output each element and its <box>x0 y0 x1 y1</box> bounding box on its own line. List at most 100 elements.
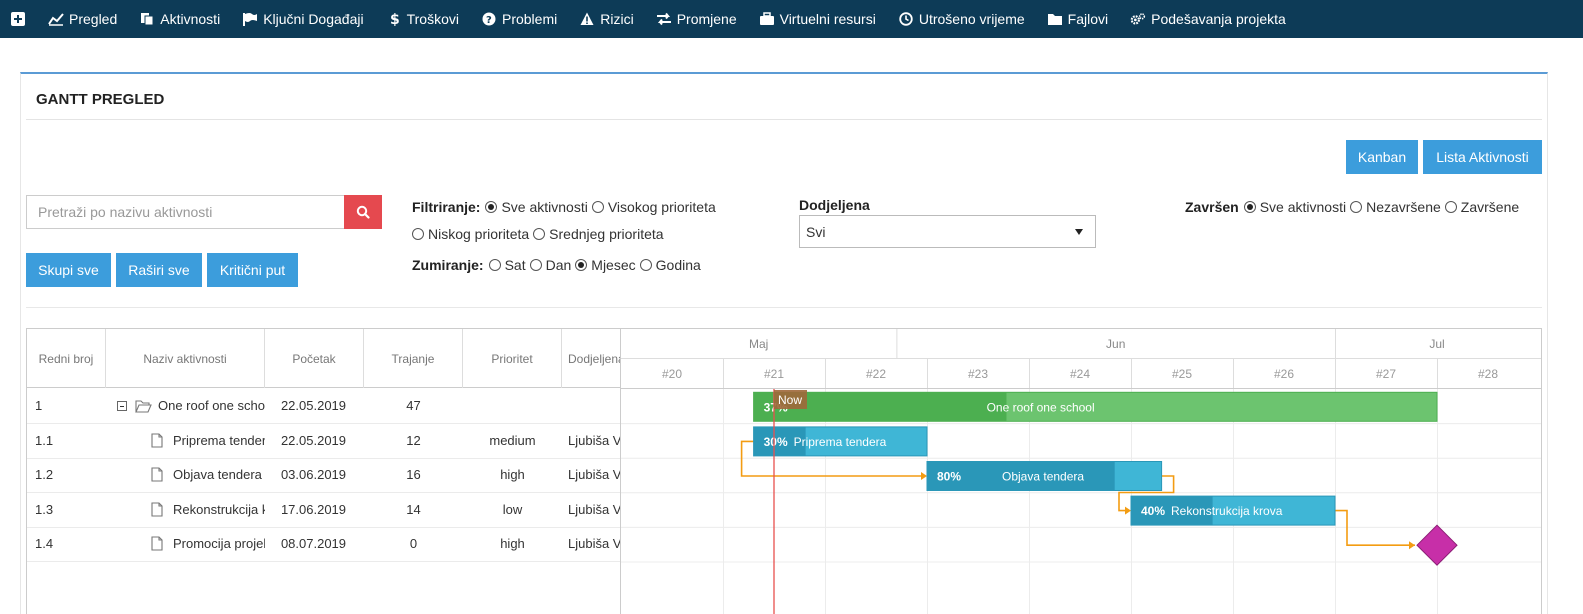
cell-name: One roof one school <box>106 389 265 423</box>
file-icon <box>151 467 163 482</box>
nav-item-label: Promjene <box>676 11 737 27</box>
nav-item-label: Utrošeno vrijeme <box>918 11 1025 27</box>
assigned-select[interactable]: Svi <box>799 215 1096 248</box>
warning-icon <box>579 12 595 26</box>
nav-item-virtuelni-resursi[interactable]: Virtuelni resursi <box>759 11 876 27</box>
nav-item-aktivnosti[interactable]: Aktivnosti <box>139 11 220 27</box>
task-name: One roof one school <box>158 398 265 413</box>
nav-item-podešavanja-projekta[interactable]: Podešavanja projekta <box>1130 11 1286 27</box>
svg-text:$: $ <box>390 12 399 26</box>
table-row[interactable]: 1.4 Promocija projekta 08.07.2019 0 high Ljub… <box>27 527 621 563</box>
week-label: #20 <box>662 367 682 381</box>
zoom-radio-hour[interactable] <box>488 259 501 271</box>
week-label: #21 <box>764 367 784 381</box>
critical-path-button[interactable]: Kritični put <box>207 253 298 287</box>
filter-option-label: Visokog prioriteta <box>607 199 716 215</box>
briefcase-icon <box>759 12 775 26</box>
zoom-radio-month[interactable] <box>575 259 588 271</box>
cell-no: 1 <box>35 398 43 413</box>
cell-duration: 12 <box>406 432 421 448</box>
collapse-all-button[interactable]: Skupi sve <box>26 253 111 287</box>
filter-radio-all[interactable] <box>485 201 498 213</box>
month-label: Maj <box>749 337 768 351</box>
filter-option-label: Srednjeg prioriteta <box>549 226 664 242</box>
cell-no: 1.2 <box>35 467 54 483</box>
title-divider <box>26 119 1542 120</box>
task-bar-label: Objava tendera <box>1002 470 1084 484</box>
folder-open-icon <box>135 400 152 413</box>
week-label: #22 <box>866 367 886 381</box>
col-header-assignee[interactable]: Dodjeljena <box>562 329 620 388</box>
zoom-row: Zumiranje: Sat Dan Mjesec Godina <box>412 257 701 273</box>
week-label: #24 <box>1070 367 1090 381</box>
col-header-no[interactable]: Redni broj <box>27 329 106 388</box>
nav-item-pregled[interactable]: Pregled <box>48 11 117 27</box>
zoom-option-label: Mjesec <box>591 257 636 273</box>
search-button[interactable] <box>344 195 382 229</box>
week-label: #27 <box>1376 367 1396 381</box>
collapse-toggle-icon[interactable] <box>117 401 127 411</box>
nav-item-promjene[interactable]: Promjene <box>656 11 737 27</box>
col-header-duration[interactable]: Trajanje <box>364 329 463 388</box>
nav-item-ključni-događaji[interactable]: Ključni Događaji <box>242 11 364 27</box>
done-label: Završen <box>1185 199 1239 215</box>
search-input[interactable] <box>26 195 344 229</box>
gantt-chart: Redni broj Naziv aktivnosti Početak Traj… <box>26 328 1542 614</box>
kanban-button[interactable]: Kanban <box>1346 140 1418 174</box>
filter-option-label: Niskog prioriteta <box>428 226 530 242</box>
done-radio-finished[interactable] <box>1444 201 1457 213</box>
milestone-diamond[interactable] <box>1416 524 1458 566</box>
table-row[interactable]: 1.1 Priprema tendera 22.05.2019 12 medium Lju… <box>27 424 620 459</box>
dependency-arrow <box>1125 506 1131 515</box>
filter-divider <box>26 307 1542 308</box>
cell-duration: 16 <box>406 467 421 483</box>
top-nav: Pregled Aktivnosti Ključni Događaji $ Troško… <box>0 0 1583 38</box>
dependency-arrow <box>921 472 927 480</box>
col-header-priority[interactable]: Prioritet <box>463 329 562 388</box>
cell-no: 1.1 <box>35 432 54 448</box>
nav-item-utrošeno-vrijeme[interactable]: Utrošeno vrijeme <box>898 11 1025 27</box>
table-row[interactable]: 1.2 Objava tendera 03.06.2019 16 high Ljubiša… <box>27 458 621 494</box>
clock-icon <box>898 12 914 26</box>
task-bar-label: One roof one school <box>987 400 1095 414</box>
table-row[interactable]: 1 One roof one school 22.05.2019 47 <box>27 389 620 424</box>
task-name: Promocija projekta <box>173 536 265 552</box>
timeline-svg: MajJunJul#20#21#22#23#24#25#26#27#2837%O… <box>621 329 1541 614</box>
task-name: Priprema tendera <box>173 432 265 448</box>
cell-priority: low <box>502 501 523 517</box>
cell-name: Promocija projekta <box>106 527 265 561</box>
zoom-radio-day[interactable] <box>529 259 542 271</box>
cell-no: 1.3 <box>35 501 54 517</box>
done-radio-all[interactable] <box>1243 201 1256 213</box>
done-radio-unfinished[interactable] <box>1350 201 1363 213</box>
cogs-icon <box>1130 12 1146 26</box>
nav-item-fajlovi[interactable]: Fajlovi <box>1047 11 1108 27</box>
cell-assignee: Ljubiša V <box>568 536 621 552</box>
nav-item-rizici[interactable]: Rizici <box>579 11 634 27</box>
zoom-radio-year[interactable] <box>639 259 652 271</box>
exchange-icon <box>656 12 672 26</box>
add-icon[interactable] <box>10 11 26 27</box>
month-label: Jun <box>1106 337 1125 351</box>
filter-radio-low[interactable] <box>412 228 424 240</box>
cell-assignee: Ljubiša V <box>568 467 621 483</box>
expand-all-button[interactable]: Raširi sve <box>116 253 202 287</box>
question-circle-icon: ? <box>481 12 497 26</box>
table-row[interactable]: 1.3 Rekonstrukcija krova 17.06.2019 14 low Lj… <box>27 493 620 528</box>
col-header-name[interactable]: Naziv aktivnosti <box>106 329 265 388</box>
col-header-start[interactable]: Početak <box>265 329 364 388</box>
week-label: #26 <box>1274 367 1294 381</box>
filter-radio-high[interactable] <box>591 201 604 213</box>
task-name: Rekonstrukcija krova <box>173 501 265 517</box>
nav-item-troškovi[interactable]: $ Troškovi <box>386 11 459 27</box>
cell-priority: medium <box>489 432 536 448</box>
cell-priority: high <box>500 467 525 483</box>
nav-item-problemi[interactable]: ? Problemi <box>481 11 557 27</box>
file-icon <box>151 433 163 448</box>
dependency-link <box>1335 509 1415 546</box>
filter-radio-medium[interactable] <box>533 228 546 240</box>
activity-list-button[interactable]: Lista Aktivnosti <box>1423 140 1542 174</box>
week-label: #23 <box>968 367 988 381</box>
cell-duration: 0 <box>409 536 418 552</box>
filter-label: Filtriranje: <box>412 199 481 215</box>
